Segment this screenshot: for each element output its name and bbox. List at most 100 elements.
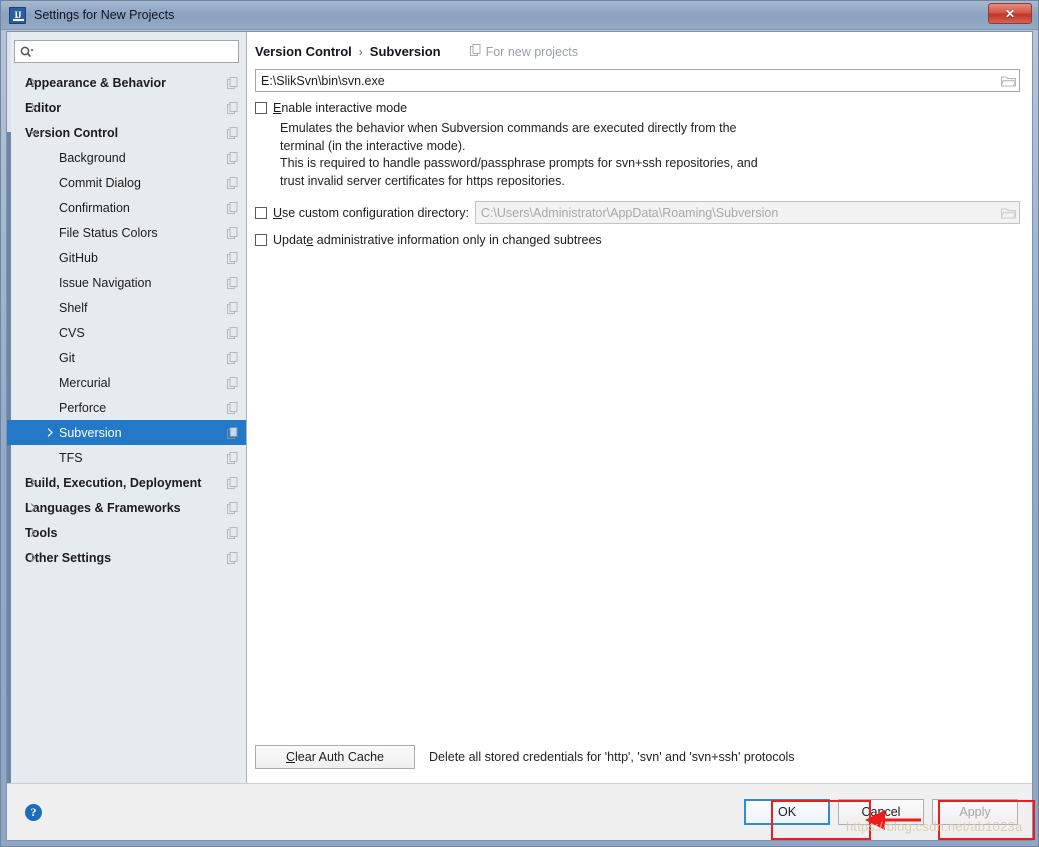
sidebar-item-subversion[interactable]: Subversion: [7, 420, 246, 445]
mnemonic-char: C: [286, 750, 296, 764]
chevron-right-icon[interactable]: [45, 428, 55, 438]
chevron-right-icon[interactable]: [28, 103, 38, 113]
custom-config-directory-input[interactable]: C:\Users\Administrator\AppData\Roaming\S…: [474, 201, 1020, 224]
copy-setting-icon[interactable]: [227, 426, 238, 439]
copy-setting-icon[interactable]: [227, 326, 238, 339]
update-admin-info-label: Update administrative information only i…: [273, 233, 602, 247]
scope-label: For new projects: [485, 44, 578, 59]
dialog-action-buttons: OK Cancel Apply: [744, 799, 1018, 825]
sidebar-item-languages-frameworks[interactable]: Languages & Frameworks: [7, 495, 246, 520]
sidebar-item-issue-navigation[interactable]: Issue Navigation: [7, 270, 246, 295]
copy-setting-icon[interactable]: [227, 476, 238, 489]
update-admin-info-row[interactable]: Update administrative information only i…: [247, 233, 1032, 247]
breadcrumb-current: Subversion: [369, 44, 441, 59]
copy-setting-icon[interactable]: [227, 151, 238, 164]
copy-setting-icon[interactable]: [227, 176, 238, 189]
description-line: terminal (in the interactive mode).: [280, 138, 466, 153]
copy-setting-icon[interactable]: [227, 401, 238, 414]
close-icon[interactable]: ✕: [988, 3, 1032, 24]
ok-button[interactable]: OK: [744, 799, 830, 825]
custom-config-directory-label-rest: se custom configuration directory:: [282, 205, 469, 220]
clear-auth-cache-row: Clear Auth Cache Delete all stored crede…: [247, 745, 1032, 783]
sidebar-item-editor[interactable]: Editor: [7, 95, 246, 120]
copy-setting-icon[interactable]: [227, 251, 238, 264]
copy-setting-icon[interactable]: [227, 226, 238, 239]
sidebar-item-file-status-colors[interactable]: File Status Colors: [7, 220, 246, 245]
sidebar-item-label: Build, Execution, Deployment: [25, 475, 202, 490]
settings-dialog-window: IJ Settings for New Projects ✕ Appearanc…: [0, 0, 1039, 847]
description-line: trust invalid server certificates for ht…: [280, 173, 565, 188]
chevron-right-icon[interactable]: [28, 503, 38, 513]
copy-setting-icon[interactable]: [227, 126, 238, 139]
copy-setting-icon[interactable]: [227, 501, 238, 514]
clear-auth-cache-button[interactable]: Clear Auth Cache: [255, 745, 415, 769]
copy-setting-icon[interactable]: [227, 451, 238, 464]
sidebar-item-background[interactable]: Background: [7, 145, 246, 170]
description-line: Emulates the behavior when Subversion co…: [280, 121, 737, 135]
chevron-down-icon[interactable]: [28, 128, 38, 138]
sidebar-item-tfs[interactable]: TFS: [7, 445, 246, 470]
settings-sidebar: Appearance & Behavior Editor Version Contr…: [7, 32, 247, 783]
sidebar-item-mercurial[interactable]: Mercurial: [7, 370, 246, 395]
copy-setting-icon[interactable]: [227, 376, 238, 389]
dialog-footer: ? OK Cancel Apply: [7, 783, 1032, 840]
copy-setting-icon[interactable]: [227, 76, 238, 89]
copy-setting-icon[interactable]: [227, 276, 238, 289]
title-bar: IJ Settings for New Projects ✕: [1, 1, 1038, 30]
sidebar-item-perforce[interactable]: Perforce: [7, 395, 246, 420]
custom-config-directory-row[interactable]: Use custom configuration directory: C:\U…: [247, 201, 1032, 224]
copy-setting-icon[interactable]: [227, 526, 238, 539]
custom-config-directory-label: Use custom configuration directory:: [273, 206, 469, 220]
sidebar-item-github[interactable]: GitHub: [7, 245, 246, 270]
sidebar-item-appearance-behavior[interactable]: Appearance & Behavior: [7, 70, 246, 95]
chevron-right-icon[interactable]: [28, 528, 38, 538]
breadcrumb-parent[interactable]: Version Control: [255, 44, 352, 59]
folder-open-icon[interactable]: [1000, 206, 1017, 219]
sidebar-item-build-execution-deployment[interactable]: Build, Execution, Deployment: [7, 470, 246, 495]
copy-setting-icon[interactable]: [227, 301, 238, 314]
sidebar-item-cvs[interactable]: CVS: [7, 320, 246, 345]
search-input[interactable]: [38, 43, 233, 60]
sidebar-item-tools[interactable]: Tools: [7, 520, 246, 545]
sidebar-item-commit-dialog[interactable]: Commit Dialog: [7, 170, 246, 195]
copy-setting-icon[interactable]: [227, 201, 238, 214]
copy-setting-icon[interactable]: [227, 351, 238, 364]
copy-setting-icon[interactable]: [227, 101, 238, 114]
folder-open-icon[interactable]: [1000, 74, 1017, 87]
sidebar-item-version-control[interactable]: Version Control: [7, 120, 246, 145]
clear-auth-cache-description: Delete all stored credentials for 'http'…: [429, 750, 795, 764]
update-admin-info-checkbox[interactable]: [255, 234, 267, 246]
svn-path-field-wrap: E:\SlikSvn\bin\svn.exe: [255, 69, 1020, 92]
window-controls: ✕: [988, 3, 1032, 24]
settings-tree: Appearance & Behavior Editor Version Contr…: [7, 68, 246, 570]
sidebar-item-confirmation[interactable]: Confirmation: [7, 195, 246, 220]
enable-interactive-mode-row[interactable]: Enable interactive mode: [247, 101, 1032, 115]
sidebar-item-label: Issue Navigation: [59, 275, 152, 290]
dialog-body: Appearance & Behavior Editor Version Contr…: [6, 31, 1033, 841]
sidebar-item-shelf[interactable]: Shelf: [7, 295, 246, 320]
copy-setting-icon[interactable]: [227, 551, 238, 564]
sidebar-item-other-settings[interactable]: Other Settings: [7, 545, 246, 570]
chevron-right-icon[interactable]: [28, 78, 38, 88]
sidebar-item-label: Background: [59, 150, 126, 165]
custom-config-directory-field-wrap: C:\Users\Administrator\AppData\Roaming\S…: [474, 201, 1020, 224]
subversion-settings-panel: Version Control › Subversion For new pro…: [247, 32, 1032, 783]
chevron-right-icon[interactable]: [28, 553, 38, 563]
enable-interactive-mode-checkbox[interactable]: [255, 102, 267, 114]
sidebar-item-label: Subversion: [59, 425, 122, 440]
sidebar-item-label: Mercurial: [59, 375, 111, 390]
copy-settings-icon: [469, 44, 481, 59]
search-wrap: [7, 32, 246, 68]
help-icon[interactable]: ?: [25, 803, 42, 821]
sidebar-item-label: CVS: [59, 325, 85, 340]
svn-executable-path-input[interactable]: E:\SlikSvn\bin\svn.exe: [255, 69, 1020, 92]
scope-indicator: For new projects: [469, 44, 578, 59]
apply-button: Apply: [932, 799, 1018, 825]
chevron-right-icon[interactable]: [28, 478, 38, 488]
sidebar-item-label: Git: [59, 350, 75, 365]
sidebar-item-git[interactable]: Git: [7, 345, 246, 370]
search-box[interactable]: [14, 40, 239, 63]
cancel-button[interactable]: Cancel: [838, 799, 924, 825]
custom-config-directory-checkbox[interactable]: [255, 206, 267, 219]
breadcrumb-separator-icon: ›: [358, 44, 363, 59]
